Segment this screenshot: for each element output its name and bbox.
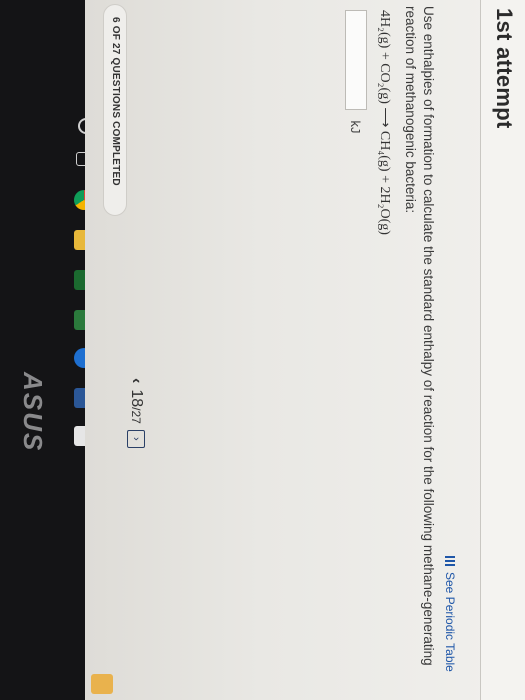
periodic-table-icon xyxy=(445,556,455,568)
total-questions: /27 xyxy=(129,407,143,424)
progress-indicator: 6 OF 27 QUESTIONS COMPLETED xyxy=(103,4,127,216)
answer-row: kJ xyxy=(345,10,367,133)
question-header: 1st attempt xyxy=(480,0,525,700)
attempt-label: 1st attempt xyxy=(492,8,517,129)
next-question-button[interactable]: › xyxy=(127,429,145,448)
reaction-equation: 4H₂(g) + CO₂(g) ⟶ CH₄(g) + 2H₂O(g) xyxy=(377,10,392,235)
progress-status: 6 OF 27 QUESTIONS COMPLETED xyxy=(110,17,121,186)
question-pager: ‹ 18/27 › xyxy=(127,378,145,448)
periodic-table-label: See Periodic Table xyxy=(443,572,457,672)
answer-unit: kJ xyxy=(348,120,364,134)
question-prompt: Use enthalpies of formation to calculate… xyxy=(403,6,436,666)
current-question-number: 18 xyxy=(128,389,145,408)
answer-input[interactable] xyxy=(345,10,367,110)
periodic-table-link[interactable]: See Periodic Table xyxy=(443,556,457,672)
corner-badge[interactable] xyxy=(91,674,113,694)
brand-logo: ASUS xyxy=(18,372,48,453)
previous-question-button[interactable]: ‹ xyxy=(128,378,145,383)
browser-screen: 1st attempt See Periodic Table Use entha… xyxy=(85,0,525,700)
